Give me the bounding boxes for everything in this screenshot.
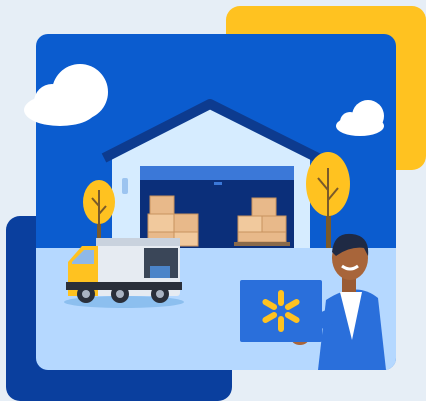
truck-icon — [64, 238, 184, 308]
spark-logo-box — [240, 280, 322, 342]
warehouse-delivery-illustration — [6, 6, 426, 401]
